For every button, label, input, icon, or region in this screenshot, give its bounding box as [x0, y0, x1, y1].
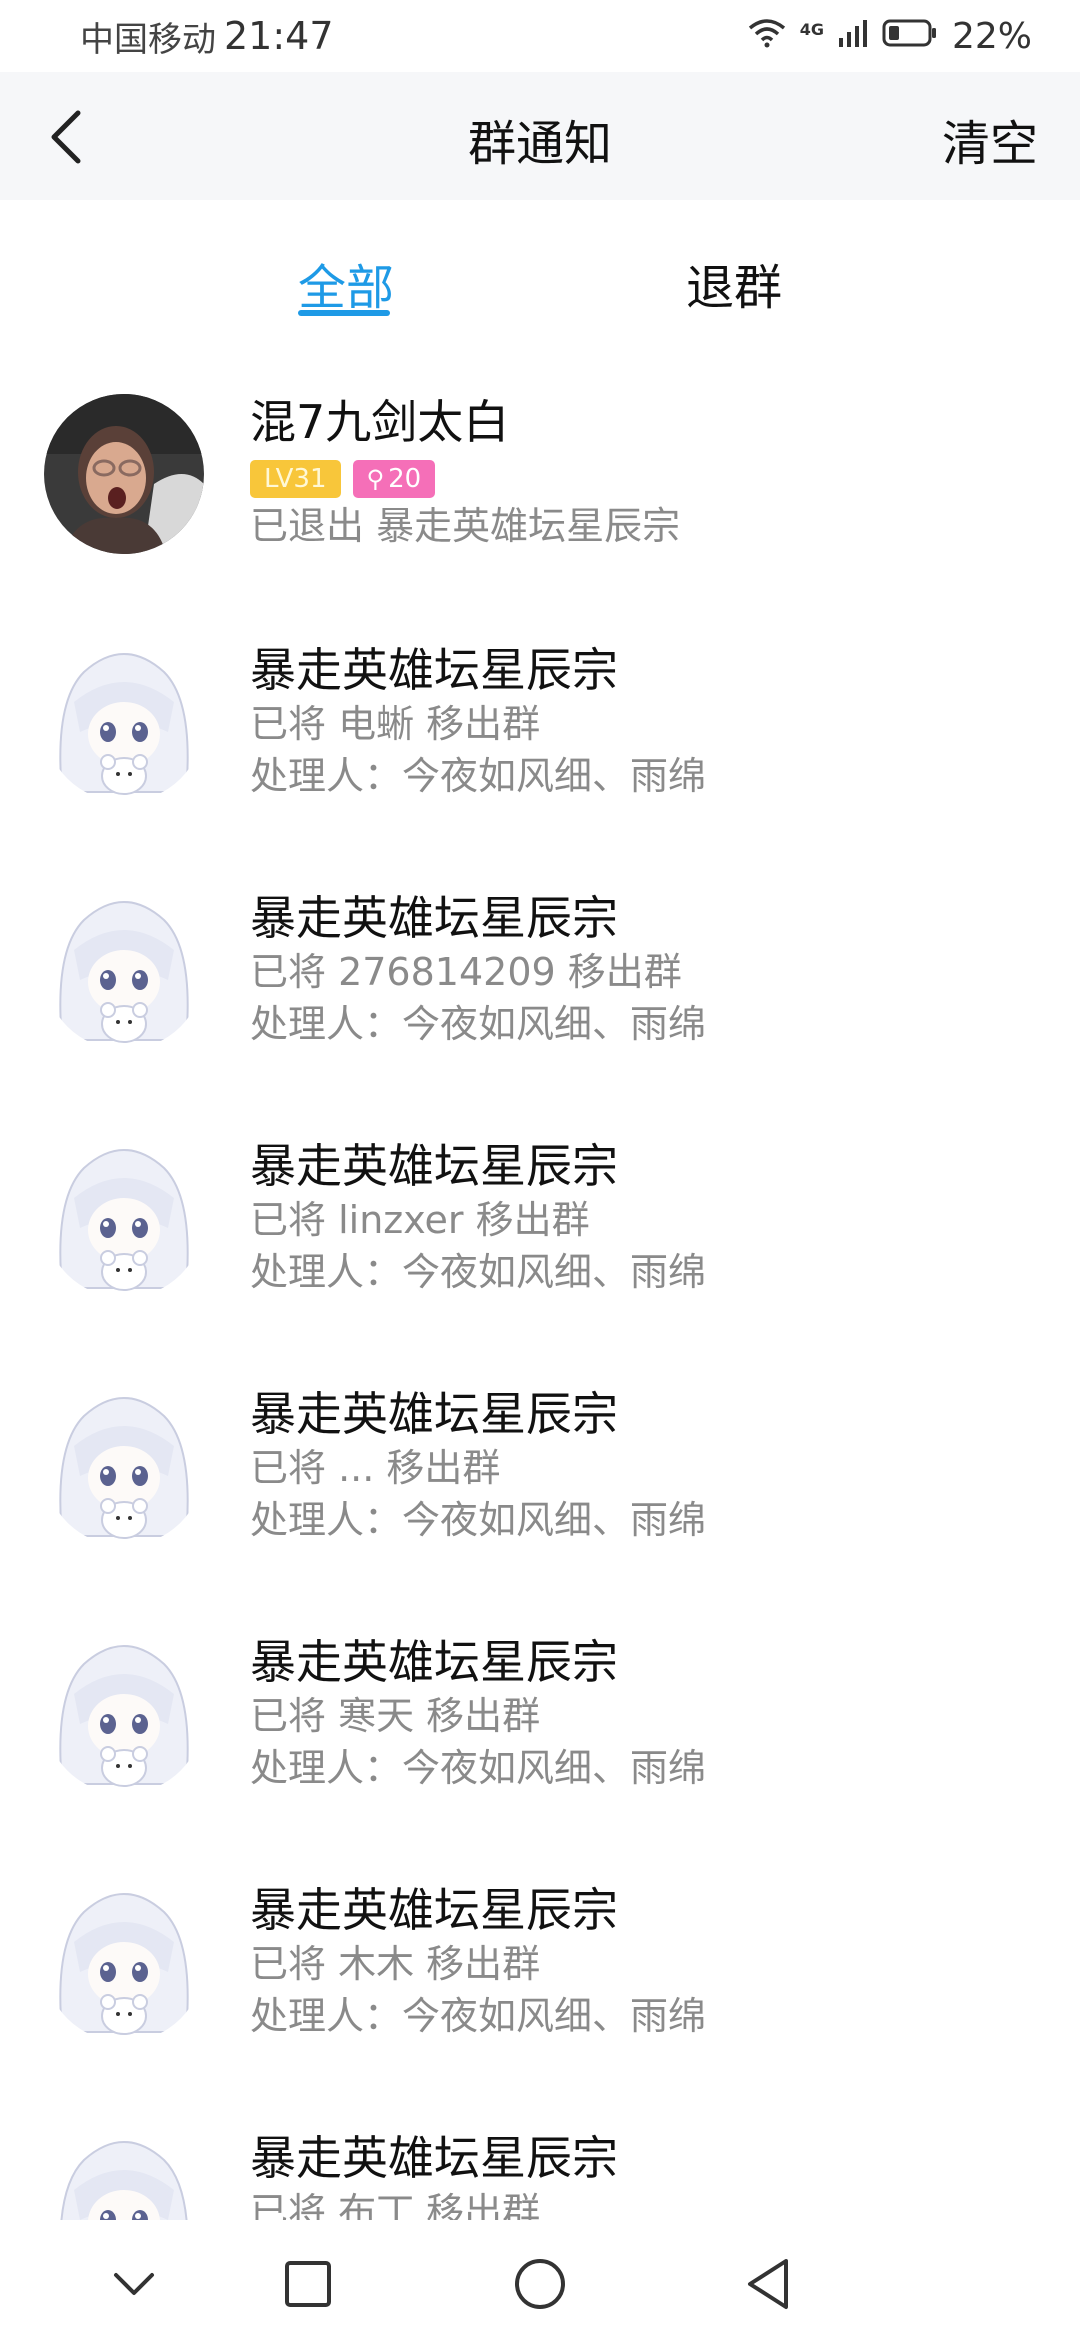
status-bar: 中国移动 21:47 4G 22%: [0, 0, 1080, 72]
avatar[interactable]: [44, 890, 204, 1050]
list-item[interactable]: 暴走英雄坛星辰宗 已将 寒天 移出群 处理人：今夜如风细、雨绵: [0, 1570, 1080, 1818]
notification-detail: 已将 布丁 移出群: [250, 2190, 541, 2220]
list-item[interactable]: 暴走英雄坛星辰宗 已将 电蜥 移出群 处理人：今夜如风细、雨绵: [0, 578, 1080, 826]
anime-avatar-icon: [44, 642, 204, 802]
avatar[interactable]: [44, 1882, 204, 2042]
avatar[interactable]: [44, 394, 204, 554]
page-title: 群通知: [467, 116, 612, 172]
list-item[interactable]: 暴走英雄坛星辰宗 已将 ... 移出群 处理人：今夜如风细、雨绵: [0, 1322, 1080, 1570]
list-item[interactable]: 混7九剑太白 LV31 ⚲ 20 已退出 暴走英雄坛星辰宗: [0, 330, 1080, 578]
count-badge-value: 20: [388, 464, 422, 494]
group-name: 暴走英雄坛星辰宗: [250, 1635, 618, 1689]
level-badge: LV31: [250, 460, 341, 498]
status-left: 中国移动 21:47: [80, 12, 334, 61]
handler-label: 处理人：今夜如风细、雨绵: [250, 1746, 707, 1790]
group-name: 暴走英雄坛星辰宗: [250, 2131, 618, 2185]
clear-button[interactable]: 清空: [942, 104, 1038, 174]
recents-button[interactable]: [278, 2254, 338, 2314]
list-item-body: 暴走英雄坛星辰宗 已将 ... 移出群 处理人：今夜如风细、雨绵: [250, 1386, 1040, 1546]
anime-avatar-icon: [44, 1386, 204, 1546]
handler-label: 处理人：今夜如风细、雨绵: [250, 1250, 707, 1294]
list-item-body: 暴走英雄坛星辰宗 已将 木木 移出群 处理人：今夜如风细、雨绵: [250, 1882, 1040, 2042]
avatar[interactable]: [44, 1138, 204, 1298]
tab-bar: 全部 退群: [0, 200, 1080, 330]
list-item[interactable]: 暴走英雄坛星辰宗 已将 linzxer 移出群 处理人：今夜如风细、雨绵: [0, 1074, 1080, 1322]
list-item[interactable]: 暴走英雄坛星辰宗 已将 木木 移出群 处理人：今夜如风细、雨绵: [0, 1818, 1080, 2066]
home-icon: [515, 2259, 565, 2309]
status-right: 4G 22%: [748, 16, 1032, 57]
notification-detail: 已将 寒天 移出群: [250, 1694, 541, 1738]
signal-icon: [838, 16, 868, 57]
collapse-nav-button[interactable]: [104, 2254, 164, 2314]
list-item[interactable]: 暴走英雄坛星辰宗 已将 布丁 移出群: [0, 2066, 1080, 2220]
battery-percent: 22%: [951, 15, 1032, 57]
badge-row: LV31 ⚲ 20: [250, 460, 1040, 498]
notification-detail: 已将 木木 移出群: [250, 1942, 541, 1986]
notification-detail: 已将 电蜥 移出群: [250, 702, 541, 746]
anime-avatar-icon: [44, 1138, 204, 1298]
recents-icon: [285, 2261, 331, 2307]
group-name: 暴走英雄坛星辰宗: [250, 1139, 618, 1193]
anime-avatar-icon: [44, 890, 204, 1050]
notification-detail: 已退出 暴走英雄坛星辰宗: [250, 504, 681, 548]
anime-avatar-icon: [44, 1634, 204, 1794]
list-item-body: 暴走英雄坛星辰宗 已将 linzxer 移出群 处理人：今夜如风细、雨绵: [250, 1138, 1040, 1298]
notification-detail: 已将 276814209 移出群: [250, 950, 682, 994]
handler-label: 处理人：今夜如风细、雨绵: [250, 1498, 707, 1542]
wifi-icon: [748, 16, 786, 57]
notification-detail: 已将 linzxer 移出群: [250, 1198, 590, 1242]
list-item-body: 暴走英雄坛星辰宗 已将 布丁 移出群: [250, 2130, 1040, 2220]
list-item-body: 混7九剑太白 LV31 ⚲ 20 已退出 暴走英雄坛星辰宗: [250, 394, 1040, 552]
avatar[interactable]: [44, 1634, 204, 1794]
system-nav-bar: [0, 2220, 1080, 2340]
clock: 21:47: [224, 14, 334, 58]
anime-avatar-icon: [44, 2130, 204, 2220]
handler-label: 处理人：今夜如风细、雨绵: [250, 754, 707, 798]
count-badge: ⚲ 20: [352, 460, 436, 498]
back-triangle-icon: [748, 2259, 788, 2309]
tab-active-indicator: [298, 310, 390, 316]
home-button[interactable]: [510, 2254, 570, 2314]
group-name: 暴走英雄坛星辰宗: [250, 643, 618, 697]
photo-avatar-icon: [44, 394, 204, 554]
battery-icon: [882, 16, 938, 57]
list-item-body: 暴走英雄坛星辰宗 已将 寒天 移出群 处理人：今夜如风细、雨绵: [250, 1634, 1040, 1794]
system-back-button[interactable]: [738, 2254, 798, 2314]
avatar[interactable]: [44, 642, 204, 802]
notification-list[interactable]: 混7九剑太白 LV31 ⚲ 20 已退出 暴走英雄坛星辰宗 暴走英雄坛星辰宗 已…: [0, 330, 1080, 2220]
avatar[interactable]: [44, 2130, 204, 2220]
carrier-label: 中国移动: [80, 19, 216, 60]
tab-quit-group[interactable]: 退群: [686, 248, 782, 318]
handler-label: 处理人：今夜如风细、雨绵: [250, 1994, 707, 2038]
avatar[interactable]: [44, 1386, 204, 1546]
list-item-body: 暴走英雄坛星辰宗 已将 276814209 移出群 处理人：今夜如风细、雨绵: [250, 890, 1040, 1050]
group-name: 暴走英雄坛星辰宗: [250, 1883, 618, 1937]
network-type: 4G: [799, 19, 824, 39]
anime-avatar-icon: [44, 1882, 204, 2042]
user-name: 混7九剑太白: [250, 395, 510, 449]
key-icon: ⚲: [366, 465, 385, 493]
notification-detail: 已将 ... 移出群: [250, 1446, 501, 1490]
title-bar: 群通知 清空: [0, 72, 1080, 200]
list-item-body: 暴走英雄坛星辰宗 已将 电蜥 移出群 处理人：今夜如风细、雨绵: [250, 642, 1040, 802]
tab-all[interactable]: 全部: [298, 248, 394, 318]
group-name: 暴走英雄坛星辰宗: [250, 1387, 618, 1441]
group-name: 暴走英雄坛星辰宗: [250, 891, 618, 945]
chevron-down-icon: [114, 2273, 154, 2295]
handler-label: 处理人：今夜如风细、雨绵: [250, 1002, 707, 1046]
screen: 中国移动 21:47 4G 22% 群通知 清空 全部 退群 混7九剑太白 LV…: [0, 0, 1080, 2340]
list-item[interactable]: 暴走英雄坛星辰宗 已将 276814209 移出群 处理人：今夜如风细、雨绵: [0, 826, 1080, 1074]
